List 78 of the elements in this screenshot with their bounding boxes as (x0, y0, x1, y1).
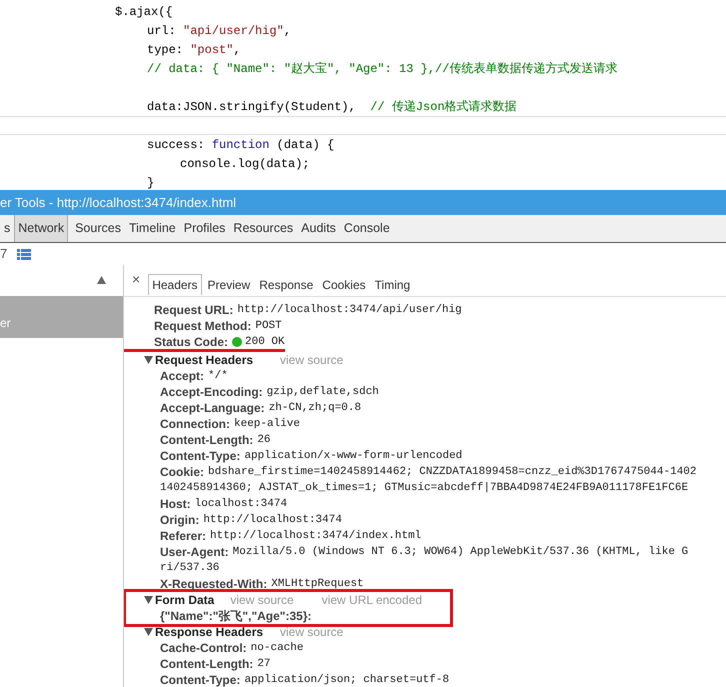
header-value: */* (208, 369, 228, 384)
window-title: er Tools - http://localhost:3474/index.html (0, 194, 236, 212)
detail-tab[interactable]: Preview (204, 274, 254, 295)
header-name: Cookie: (160, 464, 204, 480)
header-value: no-cache (250, 641, 304, 656)
disclosure-triangle-icon[interactable] (144, 356, 153, 364)
code-token: (data) { (276, 136, 334, 154)
code-token: data:JSON.stringify(Student), (147, 98, 357, 116)
header-value: zh-CN,zh;q=0.8 (268, 401, 362, 416)
header-name: {"Name":"张飞","Age":35}: (160, 608, 312, 624)
detail-tab[interactable]: Headers (148, 274, 202, 295)
header-name: User-Agent: (160, 544, 229, 560)
panel-tab[interactable]: Audits (297, 215, 340, 242)
code-token: "post" (190, 42, 234, 58)
toolbar-text: 7 (0, 245, 8, 264)
header-value: 27 (257, 657, 271, 672)
panel-tab[interactable]: Resources (229, 215, 298, 242)
code-token: } (147, 174, 154, 190)
section-title[interactable]: Form Data (155, 592, 230, 608)
code-token: function (212, 136, 270, 154)
close-icon[interactable]: × (132, 269, 140, 290)
header-name: Origin: (160, 512, 200, 528)
header-name: Content-Length: (160, 432, 254, 448)
code-token: $.ajax({ (115, 4, 173, 20)
section-title[interactable]: Request Headers (155, 352, 280, 368)
header-value: gzip,deflate,sdch (266, 385, 379, 400)
header-value: 26 (257, 433, 271, 448)
header-value: http://localhost:3474/index.html (210, 529, 422, 544)
header-value: ri/537.36 (160, 561, 220, 576)
code-token: console.log(data); (180, 156, 310, 172)
header-name: Referer: (160, 528, 206, 544)
code-token: url: (147, 22, 177, 40)
panel-tab[interactable]: Console (340, 215, 394, 242)
section-title[interactable]: Response Headers (155, 624, 280, 640)
code-token: type: (147, 42, 184, 58)
header-value: POST (255, 319, 282, 334)
header-value: 1402458914360; AJSTAT_ok_times=1; GTMusic=abcdeff|7BBA4D9874E24FB9A011178FE1FC6E (160, 481, 688, 496)
header-value: Mozilla/5.0 (Windows NT 6.3; WOW64) AppleWebKit/537.36 (KHTML, like G (232, 545, 688, 560)
header-name: Connection: (160, 416, 230, 432)
panel-tab[interactable]: Timeline (124, 215, 180, 242)
panel-tab[interactable]: Network (14, 215, 68, 242)
header-name: Content-Length: (160, 656, 254, 672)
header-value: 200 OK (245, 335, 285, 350)
detail-tab[interactable]: Timing (372, 274, 414, 295)
code-token: // 传递Json格式请求数据 (370, 98, 517, 116)
header-value: bdshare_firstime=1402458914462; CNZZDATA1899458=cnzz_eid%3D1767475044-1402 (208, 465, 696, 480)
code-token: , (284, 22, 292, 40)
panel-tab[interactable]: s (0, 215, 14, 242)
code-token: // data: { "Name": "赵大宝", "Age": 13 },//传统表单数据传递方式发送请求 (147, 60, 618, 78)
header-name: Content-Type: (160, 448, 240, 464)
detail-tab[interactable]: Cookies (319, 274, 369, 295)
header-value: http://localhost:3474 (203, 513, 342, 528)
header-value: XMLHttpRequest (271, 577, 364, 592)
header-name: Accept-Encoding: (160, 384, 263, 400)
header-value: application/json; charset=utf-8 (244, 673, 450, 687)
sort-triangle-icon[interactable] (97, 276, 106, 284)
list-icon[interactable] (17, 248, 32, 260)
header-name: Cache-Control: (160, 640, 247, 656)
disclosure-triangle-icon[interactable] (144, 596, 153, 604)
panel-tab[interactable]: Profiles (180, 215, 230, 242)
header-value: http://localhost:3474/api/user/hig (237, 303, 462, 318)
code-token: "api/user/hig" (183, 22, 284, 40)
header-value: keep-alive (234, 417, 300, 432)
header-name: Request Method: (154, 318, 252, 334)
header-value: application/x-www-form-urlencoded (244, 449, 462, 464)
header-name: Status Code: (154, 334, 228, 350)
header-name: Host: (160, 496, 191, 512)
detail-tab[interactable]: Response (256, 274, 316, 295)
header-value: localhost:3474 (194, 497, 288, 512)
header-name: X-Requested-With: (160, 576, 268, 592)
header-name: Content-Type: (160, 672, 240, 687)
header-name: Accept: (160, 368, 204, 384)
header-name: Accept-Language: (160, 400, 265, 416)
panel-tab[interactable]: Sources (71, 215, 125, 242)
disclosure-triangle-icon[interactable] (144, 628, 153, 636)
header-name: Request URL: (154, 302, 234, 318)
code-token: , (233, 42, 241, 58)
code-token: success: (147, 136, 206, 154)
